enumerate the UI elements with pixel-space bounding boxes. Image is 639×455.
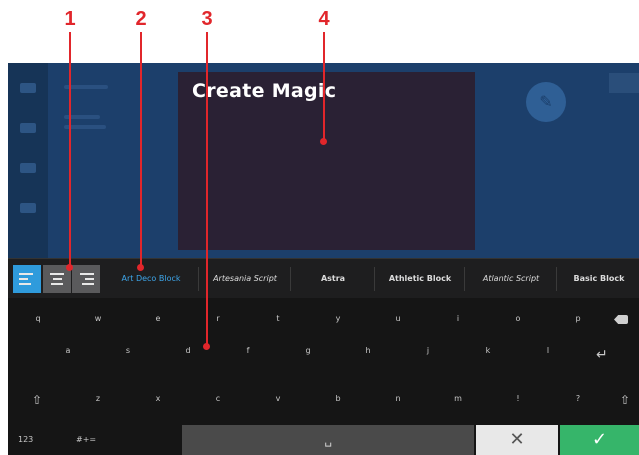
key-g[interactable]: g <box>298 346 318 355</box>
sidebar-icon <box>20 203 36 213</box>
callout-1-line <box>69 32 71 267</box>
key-a[interactable]: a <box>58 346 78 355</box>
backspace-icon[interactable] <box>614 315 628 324</box>
key-j[interactable]: j <box>418 346 438 355</box>
font-toolbar: Art Deco Block Artesania Script Astra At… <box>8 258 639 299</box>
callout-3-line <box>206 32 208 345</box>
key-z[interactable]: z <box>88 394 108 403</box>
callout-3-dot <box>203 343 210 350</box>
key-123[interactable]: 123 <box>18 425 58 455</box>
font-divider <box>374 267 375 291</box>
shift-right-icon[interactable]: ⇧ <box>620 393 630 407</box>
font-option-atlantic-script[interactable]: Atlantic Script <box>468 259 554 299</box>
key-d[interactable]: d <box>178 346 198 355</box>
sidebar-icon <box>20 123 36 133</box>
key-symbols[interactable]: #+= <box>76 425 116 455</box>
key-c[interactable]: c <box>208 394 228 403</box>
space-key[interactable]: ␣ <box>182 425 474 455</box>
font-option-basic-block[interactable]: Basic Block <box>560 259 638 299</box>
callout-1: 1 <box>64 8 76 30</box>
callout-4-dot <box>320 138 327 145</box>
font-option-art-deco-block[interactable]: Art Deco Block <box>106 259 196 299</box>
font-option-artesania-script[interactable]: Artesania Script <box>202 259 288 299</box>
key-l[interactable]: l <box>538 346 558 355</box>
key-v[interactable]: v <box>268 394 288 403</box>
align-right-button[interactable] <box>72 265 100 293</box>
callout-2-dot <box>137 264 144 271</box>
keyboard-bottom-row: 123 #+= ␣ ✕ ✓ <box>8 425 639 455</box>
key-t[interactable]: t <box>268 314 288 323</box>
corner-panel <box>609 73 639 93</box>
key-u[interactable]: u <box>388 314 408 323</box>
key-i[interactable]: i <box>448 314 468 323</box>
key-p[interactable]: p <box>568 314 588 323</box>
cancel-button[interactable]: ✕ <box>476 425 558 455</box>
sidebar-icon <box>20 163 36 173</box>
pen-icon: ✎ <box>539 92 553 111</box>
callout-3: 3 <box>201 8 213 30</box>
font-divider <box>464 267 465 291</box>
key-b[interactable]: b <box>328 394 348 403</box>
callout-4: 4 <box>318 8 330 30</box>
key-h[interactable]: h <box>358 346 378 355</box>
key-s[interactable]: s <box>118 346 138 355</box>
key-question[interactable]: ? <box>568 394 588 403</box>
on-screen-keyboard: q w e r t y u i o p a s d f g h j k l ↵ … <box>8 298 639 455</box>
font-divider <box>290 267 291 291</box>
font-divider <box>198 267 199 291</box>
key-q[interactable]: q <box>28 314 48 323</box>
key-f[interactable]: f <box>238 346 258 355</box>
canvas-text[interactable]: Create Magic <box>192 80 336 102</box>
key-y[interactable]: y <box>328 314 348 323</box>
callout-2-line <box>140 32 142 267</box>
key-k[interactable]: k <box>478 346 498 355</box>
font-option-astra[interactable]: Astra <box>294 259 372 299</box>
text-canvas[interactable]: Create Magic <box>178 72 475 250</box>
key-o[interactable]: o <box>508 314 528 323</box>
key-exclaim[interactable]: ! <box>508 394 528 403</box>
font-option-athletic-block[interactable]: Athletic Block <box>378 259 462 299</box>
callout-4-line <box>323 32 325 140</box>
enter-icon[interactable]: ↵ <box>596 347 608 363</box>
shift-left-icon[interactable]: ⇧ <box>32 393 42 407</box>
key-x[interactable]: x <box>148 394 168 403</box>
key-r[interactable]: r <box>208 314 228 323</box>
key-w[interactable]: w <box>88 314 108 323</box>
key-n[interactable]: n <box>388 394 408 403</box>
key-m[interactable]: m <box>448 394 468 403</box>
callout-1-dot <box>66 264 73 271</box>
key-e[interactable]: e <box>148 314 168 323</box>
confirm-button[interactable]: ✓ <box>560 425 639 455</box>
font-divider <box>556 267 557 291</box>
callout-2: 2 <box>135 8 147 30</box>
app-sidebar <box>8 63 48 258</box>
sidebar-icon <box>20 83 36 93</box>
align-left-button[interactable] <box>13 265 41 293</box>
